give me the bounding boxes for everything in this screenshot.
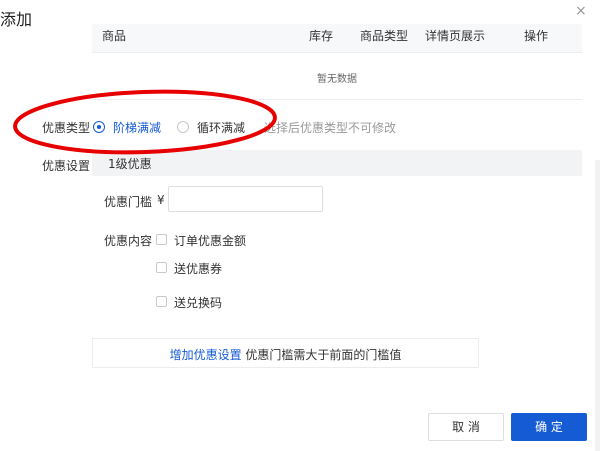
discount-content-label: 优惠内容 xyxy=(104,234,153,248)
discount-type-hint: 选择后优惠类型不可修改 xyxy=(264,121,397,135)
threshold-label: 优惠门槛 xyxy=(104,195,153,209)
discount-settings-label: 优惠设置 xyxy=(42,159,91,173)
close-icon[interactable]: × xyxy=(575,3,587,19)
checkbox-send-coupon[interactable] xyxy=(156,262,167,273)
checkbox-order-discount[interactable] xyxy=(156,234,167,245)
radio-tiered-discount[interactable] xyxy=(93,121,105,133)
add-discount-hint: 优惠门槛需大于前面的门槛值 xyxy=(245,348,402,362)
radio-cyclic-discount[interactable] xyxy=(177,121,189,133)
scrollbar[interactable] xyxy=(595,160,600,451)
level-header: 1级优惠 xyxy=(92,150,582,176)
checkbox-send-coupon-label[interactable]: 送优惠券 xyxy=(174,260,222,277)
column-detail-display: 详情页展示 xyxy=(425,29,486,43)
threshold-input[interactable] xyxy=(168,186,323,212)
add-discount-link[interactable]: 增加优惠设置 xyxy=(170,348,242,362)
product-table-header: 商品 库存 商品类型 详情页展示 操作 xyxy=(92,24,582,53)
dialog-title: 添加 xyxy=(0,10,33,29)
checkbox-send-redeem-code-label[interactable]: 送兑换码 xyxy=(174,294,222,311)
column-product: 商品 xyxy=(102,29,127,43)
checkbox-send-redeem-code[interactable] xyxy=(156,296,167,307)
currency-symbol: ¥ xyxy=(157,193,165,207)
discount-type-label: 优惠类型 xyxy=(42,121,91,135)
add-discount-box: 增加优惠设置 优惠门槛需大于前面的门槛值 xyxy=(92,338,479,368)
radio-cyclic-discount-label[interactable]: 循环满减 xyxy=(197,119,245,136)
table-empty-row: 暂无数据 xyxy=(92,53,582,100)
radio-tiered-discount-label[interactable]: 阶梯满减 xyxy=(113,119,161,136)
cancel-button[interactable]: 取 消 xyxy=(428,413,504,441)
column-actions: 操作 xyxy=(524,29,549,43)
ok-button[interactable]: 确 定 xyxy=(511,413,587,441)
column-stock: 库存 xyxy=(309,29,334,43)
checkbox-order-discount-label[interactable]: 订单优惠金额 xyxy=(174,232,246,249)
empty-data-text: 暂无数据 xyxy=(317,74,357,85)
column-product-type: 商品类型 xyxy=(360,29,409,43)
level-title: 1级优惠 xyxy=(108,157,152,171)
